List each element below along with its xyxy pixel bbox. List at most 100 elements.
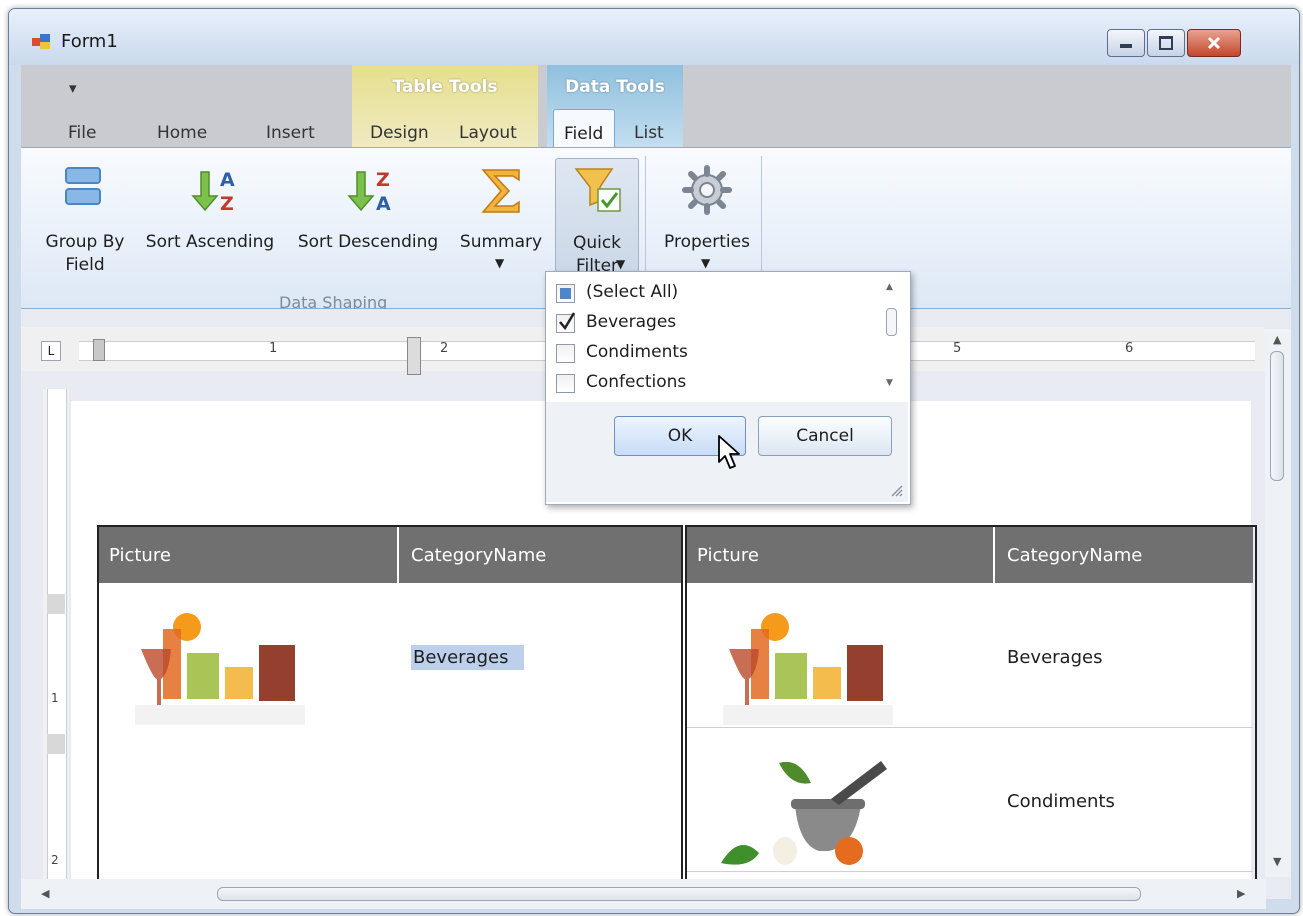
vertical-margin-marker [47, 594, 65, 614]
indeterminate-mark-icon [560, 288, 571, 299]
vertical-scroll-thumb[interactable] [1270, 351, 1284, 481]
filter-list: (Select All) Beverages Condiments Confec… [546, 272, 908, 402]
checkmark-icon [559, 312, 576, 331]
quick-filter-dropdown-icon: ▼ [616, 257, 626, 271]
group-by-field-button[interactable]: Group By Field [35, 158, 135, 278]
close-button[interactable] [1187, 29, 1241, 57]
table-header-cell: Picture [687, 527, 993, 583]
vertical-ruler-track [47, 389, 67, 879]
sort-descending-icon: Z A [347, 169, 391, 215]
sort-descending-button[interactable]: Z A Sort Descending [293, 158, 443, 278]
sort-ascending-label: Sort Ascending [145, 232, 275, 252]
category-name-cell[interactable]: Beverages [1007, 647, 1102, 668]
tab-file[interactable]: File [68, 123, 96, 143]
tab-layout[interactable]: Layout [459, 123, 517, 143]
mouse-cursor-icon [718, 435, 740, 469]
tab-selector-icon[interactable]: L [41, 341, 61, 361]
sigma-icon [481, 169, 520, 213]
filter-item-label: (Select All) [586, 282, 679, 302]
tab-list[interactable]: List [634, 123, 664, 143]
summary-button[interactable]: Summary ▼ [455, 158, 547, 278]
filter-list-scrollbar[interactable]: ▲ ▼ [882, 278, 902, 398]
ruler-number: 6 [1125, 341, 1134, 356]
ruler-number: 2 [440, 341, 449, 356]
header-label: Picture [697, 545, 759, 566]
tab-field[interactable]: Field [553, 109, 615, 150]
ruler-number: 1 [51, 691, 59, 705]
ribbon-tab-row: ▾ Table Tools Data Tools File Home Inser… [21, 65, 1291, 150]
properties-button[interactable]: Properties ▼ [653, 158, 761, 278]
maximize-icon [1159, 36, 1173, 50]
filter-item-beverages[interactable]: Beverages [556, 312, 856, 336]
table-header-cell: CategoryName [399, 527, 681, 583]
row-divider [687, 871, 1253, 872]
category-name-cell[interactable]: Condiments [1007, 791, 1115, 812]
header-label: Picture [109, 545, 171, 566]
tab-home[interactable]: Home [157, 123, 207, 143]
title-bar: Form1 [9, 9, 1299, 65]
table-tools-label: Table Tools [392, 77, 498, 97]
quick-filter-button[interactable]: Quick Filter ▼ [555, 158, 639, 284]
scroll-left-arrow-icon[interactable]: ◀ [41, 887, 49, 900]
summary-dropdown-icon: ▼ [495, 256, 505, 270]
scroll-right-arrow-icon[interactable]: ▶ [1237, 887, 1245, 900]
filter-item-label: Confections [586, 372, 687, 392]
properties-label: Properties [664, 232, 750, 252]
beverages-image [723, 613, 893, 725]
app-icon [32, 34, 50, 49]
checkbox-unchecked[interactable] [556, 374, 575, 393]
svg-text:A: A [220, 169, 235, 191]
close-icon [1207, 36, 1221, 50]
quick-access-dropdown-icon[interactable]: ▾ [69, 79, 77, 97]
window-title: Form1 [61, 31, 118, 52]
sort-ascending-icon: A Z [191, 169, 235, 215]
data-tools-label: Data Tools [565, 77, 665, 97]
filter-item-condiments[interactable]: Condiments [556, 342, 856, 366]
filter-item-select-all[interactable]: (Select All) [556, 282, 856, 306]
svg-text:Z: Z [376, 169, 390, 191]
scroll-up-arrow-icon[interactable]: ▲ [1273, 333, 1281, 346]
header-label: CategoryName [1007, 545, 1143, 566]
header-label: CategoryName [411, 545, 547, 566]
resize-grip-icon[interactable] [888, 482, 904, 498]
left-indent-marker[interactable] [93, 339, 105, 361]
filter-item-label: Beverages [586, 312, 677, 332]
scroll-up-arrow-icon[interactable]: ▲ [886, 282, 893, 292]
filter-item-label: Condiments [586, 342, 688, 362]
ruler-number: 1 [269, 341, 278, 356]
sort-ascending-button[interactable]: A Z Sort Ascending [141, 158, 279, 278]
tab-field-label: Field [564, 124, 604, 144]
scroll-down-arrow-icon[interactable]: ▼ [886, 378, 893, 388]
properties-dropdown-icon: ▼ [701, 256, 711, 270]
filter-list-scroll-thumb[interactable] [886, 308, 897, 336]
document-table[interactable]: Picture CategoryName Beverages [97, 525, 683, 883]
scroll-down-arrow-icon[interactable]: ▼ [1273, 855, 1281, 868]
condiments-image [721, 761, 887, 865]
column-marker[interactable] [407, 337, 421, 375]
minimize-button[interactable] [1107, 29, 1145, 57]
vertical-ruler: 1 2 [43, 389, 69, 879]
svg-text:Z: Z [220, 193, 234, 215]
filter-icon [574, 168, 621, 212]
horizontal-scroll-thumb[interactable] [217, 887, 1141, 901]
sort-descending-label: Sort Descending [297, 232, 439, 252]
checkbox-unchecked[interactable] [556, 344, 575, 363]
table-header-cell: CategoryName [995, 527, 1253, 583]
category-name-cell[interactable]: Beverages [411, 645, 525, 670]
group-by-icon [65, 167, 101, 205]
svg-text:A: A [376, 193, 391, 215]
vertical-scrollbar[interactable]: ▲ ▼ [1265, 329, 1291, 877]
checkbox-checked[interactable] [556, 312, 576, 333]
tab-insert[interactable]: Insert [266, 123, 315, 143]
ruler-number: 2 [51, 853, 59, 867]
minimize-icon [1120, 44, 1132, 48]
maximize-button[interactable] [1147, 29, 1185, 57]
document-table[interactable]: Picture CategoryName Beverages [685, 525, 1257, 883]
table-header-cell: Picture [99, 527, 397, 583]
checkbox-indeterminate[interactable] [556, 284, 575, 303]
row-divider [687, 727, 1253, 728]
filter-item-confections[interactable]: Confections [556, 372, 856, 396]
cancel-button[interactable]: Cancel [758, 416, 892, 456]
horizontal-scrollbar[interactable]: ◀ ▶ [21, 879, 1266, 909]
tab-design[interactable]: Design [370, 123, 429, 143]
